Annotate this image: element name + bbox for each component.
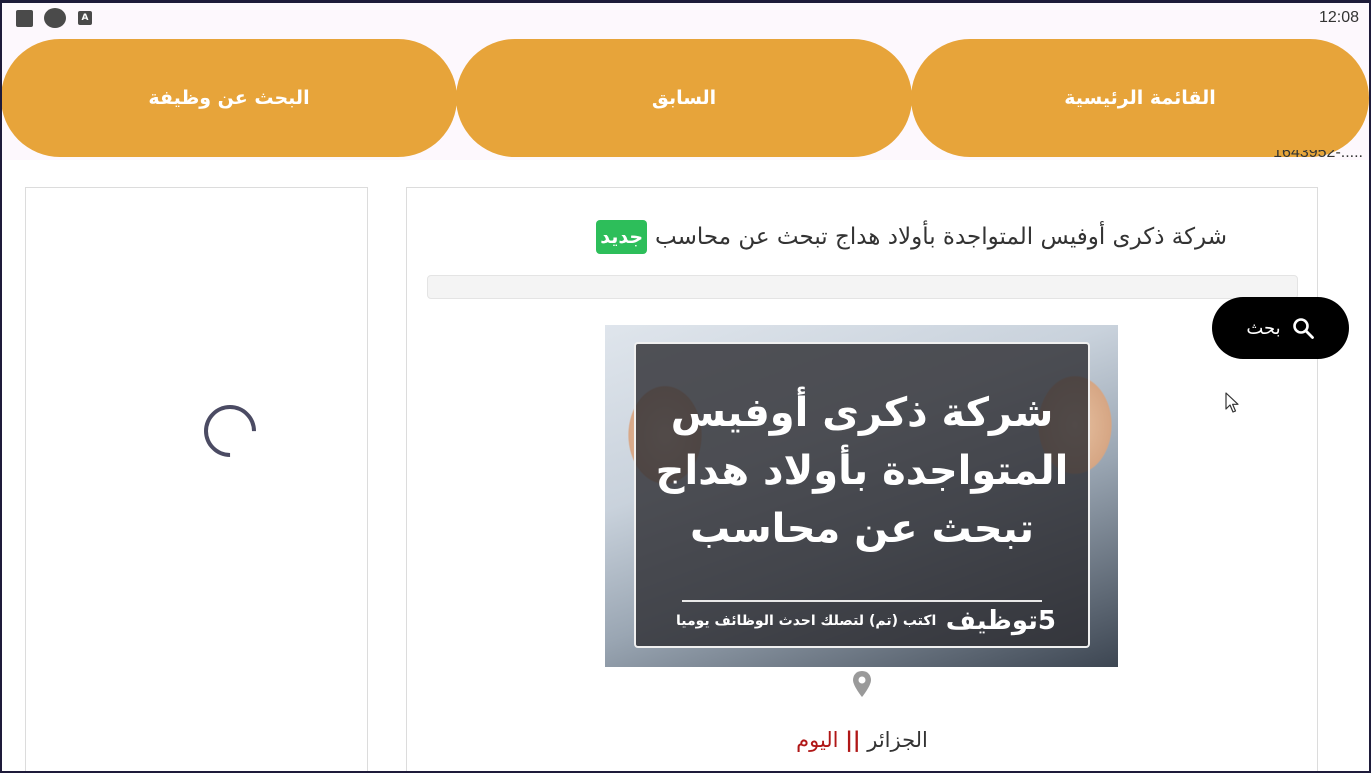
status-time: 12:08 <box>1318 9 1359 26</box>
side-panel <box>25 187 368 773</box>
search-fab-label: بحث <box>1246 317 1281 339</box>
job-image[interactable]: شركة ذكرى أوفيس المتواجدة بأولاد هداج تب… <box>605 325 1118 667</box>
info-strip <box>427 275 1298 299</box>
image-footer: 5توظيف اكتب (تم) لتصلك احدث الوظائف يومي… <box>676 606 1056 636</box>
job-search-button[interactable]: البحث عن وظيفة <box>1 39 457 157</box>
mouse-cursor-icon <box>1225 392 1239 413</box>
posted-date: اليوم <box>796 728 839 752</box>
new-badge: جديد <box>596 220 648 254</box>
loading-spinner-icon <box>193 394 267 468</box>
home-menu-button[interactable]: القائمة الرئيسية <box>911 39 1369 157</box>
image-title-line: تبحث عن محاسب <box>690 506 1034 552</box>
job-title-row: شركة ذكرى أوفيس المتواجدة بأولاد هداج تب… <box>596 220 1227 254</box>
image-slogan: اكتب (تم) لتصلك احدث الوظائف يوميا <box>676 613 937 629</box>
a-icon: A <box>78 11 92 25</box>
location-separator: || <box>845 728 861 752</box>
image-brand: 5توظيف <box>945 606 1056 636</box>
job-card: شركة ذكرى أوفيس المتواجدة بأولاد هداج تب… <box>406 187 1318 773</box>
previous-button[interactable]: السابق <box>456 39 912 157</box>
search-fab-button[interactable]: بحث <box>1212 297 1349 359</box>
square-icon <box>16 10 33 27</box>
job-image-overlay: شركة ذكرى أوفيس المتواجدة بأولاد هداج تب… <box>634 342 1090 648</box>
image-title-line: المتواجدة بأولاد هداج <box>655 448 1069 494</box>
location-country: الجزائر <box>867 728 928 752</box>
search-icon <box>1292 318 1314 339</box>
image-title: شركة ذكرى أوفيس المتواجدة بأولاد هداج تب… <box>636 384 1088 558</box>
clipped-reference-text: 1643952-..... <box>1273 150 1363 161</box>
location-pin-icon <box>853 671 871 697</box>
status-bar: A 12:08 <box>0 0 1371 36</box>
job-title[interactable]: شركة ذكرى أوفيس المتواجدة بأولاد هداج تب… <box>655 224 1227 250</box>
image-divider <box>682 600 1042 602</box>
image-title-line: شركة ذكرى أوفيس <box>670 390 1054 436</box>
circle-icon <box>44 8 66 28</box>
top-navigation: القائمة الرئيسية السابق البحث عن وظيفة <box>0 36 1371 160</box>
location-row: الجزائر || اليوم <box>407 728 1317 752</box>
